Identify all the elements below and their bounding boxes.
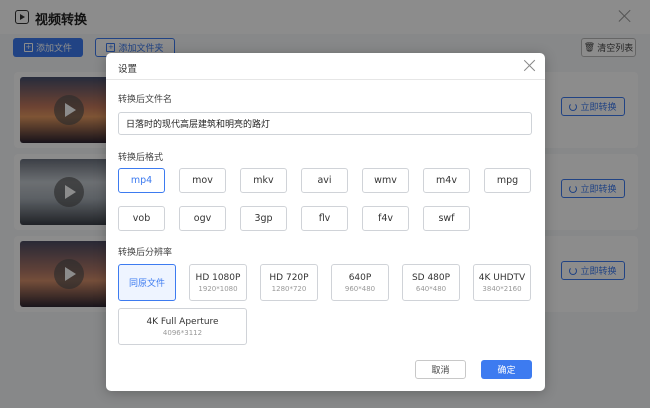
resolution-option[interactable]: 4K UHDTV 3840*2160	[473, 264, 531, 301]
format-option-avi[interactable]: avi	[301, 168, 348, 193]
resolution-option[interactable]: 4K Full Aperture 4096*3112	[118, 308, 247, 345]
resolution-option[interactable]: 同原文件	[118, 264, 176, 301]
resolution-dimensions: 1280*720	[271, 284, 307, 293]
filename-input[interactable]: 日落时的现代高层建筑和明亮的路灯	[118, 112, 532, 135]
format-option-mkv[interactable]: mkv	[240, 168, 287, 193]
format-option-3gp[interactable]: 3gp	[240, 206, 287, 231]
cancel-button[interactable]: 取消	[415, 360, 466, 379]
resolution-name: 同原文件	[128, 279, 165, 289]
resolution-name: SD 480P	[411, 272, 451, 283]
resolution-dimensions: 1920*1080	[198, 284, 238, 293]
divider	[106, 79, 545, 80]
format-label: 转换后格式	[118, 153, 164, 163]
resolution-name: 4K UHDTV	[478, 272, 526, 283]
settings-dialog: 设置 转换后文件名 日落时的现代高层建筑和明亮的路灯 转换后格式 mp4 mov m…	[106, 53, 545, 391]
resolution-name: HD 720P	[269, 272, 309, 283]
resolution-option[interactable]: SD 480P 640*480	[402, 264, 460, 301]
format-option-flv[interactable]: flv	[301, 206, 348, 231]
resolution-option[interactable]: HD 720P 1280*720	[260, 264, 318, 301]
filename-label: 转换后文件名	[118, 95, 173, 105]
resolution-dimensions: 640*480	[415, 284, 447, 293]
format-option-mpg[interactable]: mpg	[484, 168, 531, 193]
dialog-title: 设置	[118, 64, 138, 75]
format-option-f4v[interactable]: f4v	[362, 206, 409, 231]
close-icon[interactable]	[523, 59, 536, 72]
format-option-vob[interactable]: vob	[118, 206, 165, 231]
format-option-m4v[interactable]: m4v	[423, 168, 470, 193]
format-option-ogv[interactable]: ogv	[179, 206, 226, 231]
resolution-dimensions: 960*480	[344, 284, 376, 293]
resolution-name: 640P	[348, 272, 372, 283]
format-option-mov[interactable]: mov	[179, 168, 226, 193]
resolution-option[interactable]: 640P 960*480	[331, 264, 389, 301]
format-option-mp4[interactable]: mp4	[118, 168, 165, 193]
resolution-option[interactable]: HD 1080P 1920*1080	[189, 264, 247, 301]
resolution-name: HD 1080P	[195, 272, 241, 283]
resolution-name: 4K Full Aperture	[146, 316, 219, 327]
format-option-wmv[interactable]: wmv	[362, 168, 409, 193]
format-option-swf[interactable]: swf	[423, 206, 470, 231]
resolution-dimensions: 4096*3112	[162, 328, 203, 337]
confirm-button[interactable]: 确定	[481, 360, 532, 379]
resolution-dimensions: 3840*2160	[482, 284, 522, 293]
resolution-label: 转换后分辨率	[118, 248, 173, 258]
